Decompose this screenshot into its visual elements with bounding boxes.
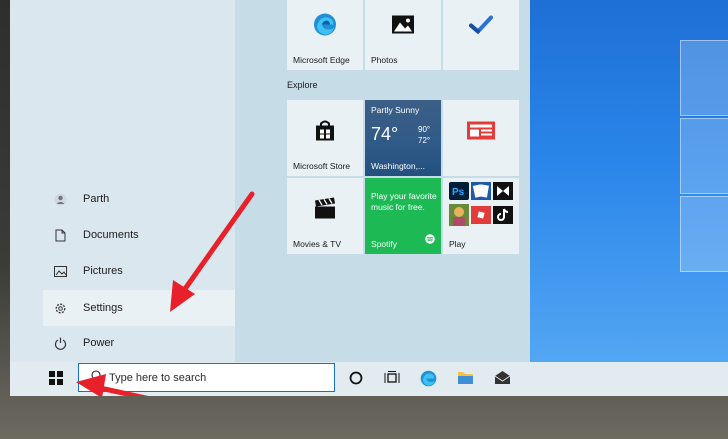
annotation-arrows: [76, 191, 255, 396]
arrow-to-start: [76, 374, 149, 396]
screen: Parth Documents Pictures Settings Power: [10, 0, 728, 396]
arrow-to-settings: [170, 191, 255, 312]
